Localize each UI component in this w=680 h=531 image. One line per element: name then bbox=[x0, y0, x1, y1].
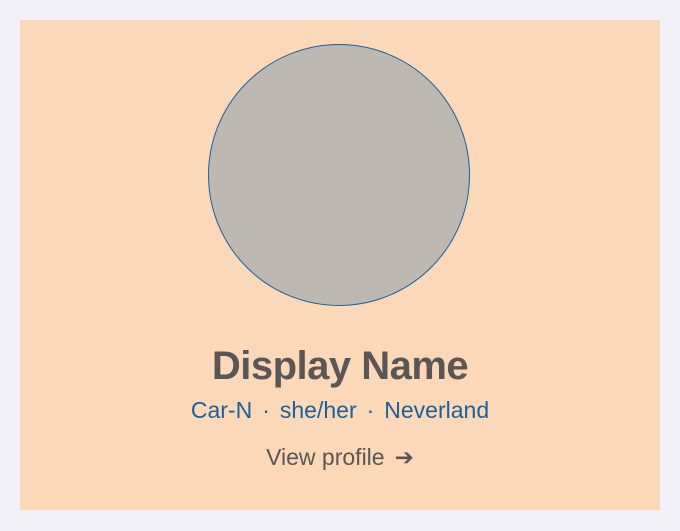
meta-separator: · bbox=[262, 397, 270, 423]
profile-meta: Car-N · she/her · Neverland bbox=[20, 395, 660, 425]
meta-separator: · bbox=[366, 397, 375, 423]
profile-card: Display Name Car-N · she/her · Neverland Vie… bbox=[20, 20, 660, 510]
location-text: Neverland bbox=[384, 397, 490, 423]
display-name: Display Name bbox=[211, 344, 469, 388]
avatar bbox=[208, 44, 470, 306]
view-profile-link[interactable]: View profile ➔ bbox=[20, 442, 660, 472]
pronouns-text: she/her bbox=[279, 397, 357, 423]
handle-text: Car-N bbox=[190, 397, 253, 423]
arrow-right-icon: ➔ bbox=[394, 444, 414, 470]
view-profile-label: View profile bbox=[266, 444, 385, 470]
